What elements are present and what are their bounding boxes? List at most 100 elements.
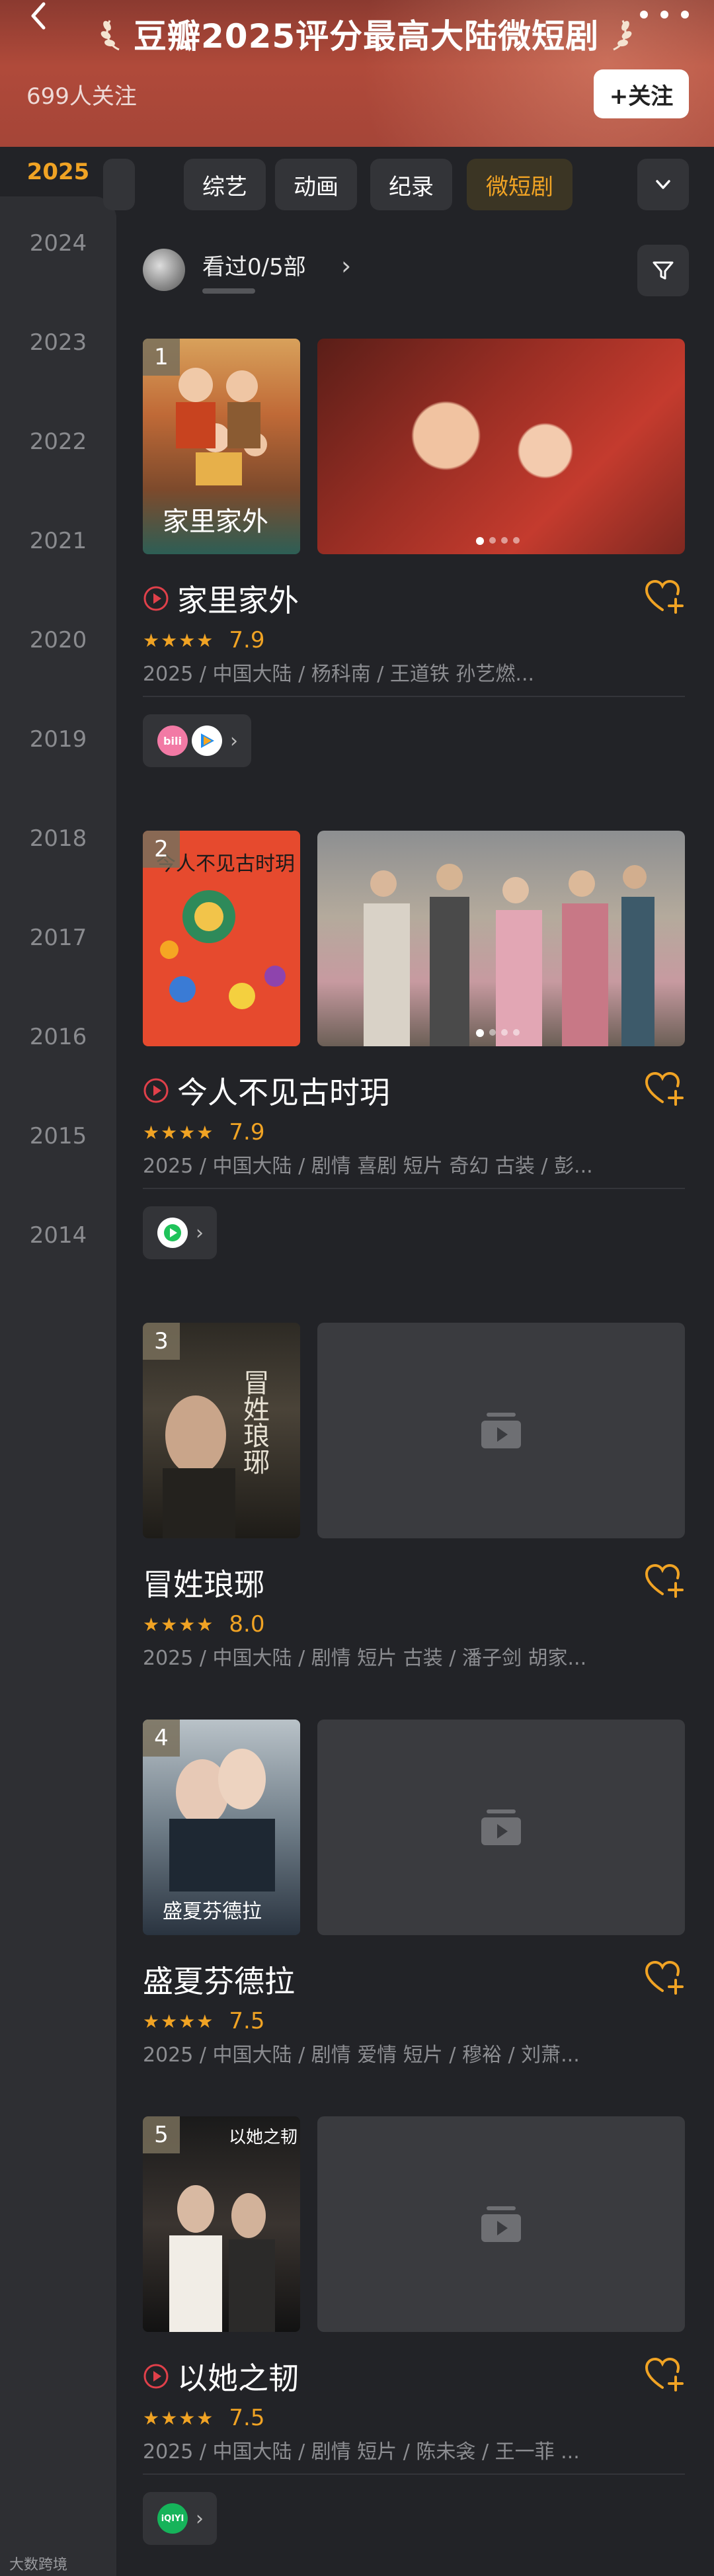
title-row: 今人不见古时玥	[143, 1069, 390, 1112]
avatar[interactable]	[143, 249, 185, 291]
rating-row: ★★★★ 7.9	[143, 627, 264, 653]
poster-title-text: 盛夏芬德拉	[163, 1900, 262, 1923]
follow-button[interactable]: +关注	[594, 69, 689, 118]
item-meta: 2025 / 中国大陆 / 杨科南 / 王道铁 孙艺燃...	[143, 663, 535, 686]
platform-button[interactable]: ›	[143, 1206, 217, 1259]
item-title[interactable]: 以她之韧	[177, 2354, 299, 2398]
filter-icon	[653, 261, 674, 280]
tab-animation[interactable]: 动画	[275, 159, 357, 210]
platform-button[interactable]: iQIYI ›	[143, 2492, 217, 2545]
item-meta: 2025 / 中国大陆 / 剧情 短片 古装 / 潘子剑 胡家...	[143, 1647, 587, 1670]
bilibili-icon: bili	[157, 726, 188, 756]
tab-variety[interactable]: 综艺	[184, 159, 266, 210]
poster-image[interactable]: 今人不见古时玥 2	[143, 831, 300, 1046]
item-title[interactable]: 家里家外	[177, 577, 299, 620]
tab-partial[interactable]	[103, 159, 135, 210]
chevron-right-icon: ›	[196, 1221, 204, 1245]
list-item[interactable]: 盛夏芬德拉 4 盛夏芬德拉 ★★★★ 7.5 2025 / 中国大陆 / 剧情 …	[143, 1720, 692, 2090]
favorite-add-icon[interactable]	[644, 578, 685, 616]
chevron-down-icon	[656, 180, 670, 189]
laurel-left-icon	[100, 20, 120, 51]
still-placeholder	[317, 1323, 685, 1538]
year-item-2016[interactable]: 2016	[0, 1011, 116, 1063]
year-item-2023[interactable]: 2023	[0, 316, 116, 369]
list-item[interactable]: 家里家外 1 家里家外 ★★★★ 7.9 2025 / 中国大陆 / 杨科南 /…	[143, 339, 692, 775]
rating-row: ★★★★ 7.9	[143, 1119, 264, 1145]
back-arrow-icon	[31, 2, 46, 30]
rating-row: ★★★★ 7.5	[143, 2405, 264, 2431]
carousel-dots	[476, 537, 520, 545]
list-item[interactable]: 以她之韧 5 以她之韧 ★★★★ 7.5 2025 / 中国大陆 / 剧情 短片…	[143, 2116, 692, 2553]
play-icon[interactable]	[143, 585, 169, 612]
platform-button[interactable]: bili ›	[143, 714, 251, 767]
still-image[interactable]	[317, 831, 685, 1046]
play-icon[interactable]	[143, 1077, 169, 1104]
favorite-add-icon[interactable]	[644, 1959, 685, 1997]
year-item-2020[interactable]: 2020	[0, 614, 116, 667]
star-rating: ★★★★	[143, 2010, 215, 2032]
poster-title-text: 冒姓琅琊	[239, 1369, 269, 1475]
year-item-2014[interactable]: 2014	[0, 1209, 116, 1262]
rating-score: 7.5	[229, 2405, 265, 2431]
year-item-2015[interactable]: 2015	[0, 1110, 116, 1163]
rating-row: ★★★★ 7.5	[143, 2008, 264, 2034]
rank-badge: 1	[143, 339, 180, 376]
back-button[interactable]	[19, 0, 58, 40]
poster-title-text: 以她之韧	[229, 2128, 298, 2147]
list-item[interactable]: 今人不见古时玥 2 今人不见古时玥 ★★★★ 7.9 2025 / 中国大陆 /…	[143, 831, 692, 1267]
divider	[143, 1188, 685, 1189]
year-item-2021[interactable]: 2021	[0, 515, 116, 567]
item-title[interactable]: 盛夏芬德拉	[143, 1958, 295, 2001]
star-rating: ★★★★	[143, 1613, 215, 1636]
item-title[interactable]: 冒姓琅琊	[143, 1561, 264, 1604]
star-rating: ★★★★	[143, 1121, 215, 1143]
page-title: 豆瓣2025评分最高大陆微短剧	[134, 17, 600, 56]
iqiyi-icon	[157, 1218, 188, 1248]
rating-score: 8.0	[229, 1611, 265, 1638]
year-item-2025[interactable]: 2025	[0, 147, 116, 220]
chevron-right-icon[interactable]: ›	[341, 251, 351, 280]
divider	[143, 2473, 685, 2475]
tab-documentary[interactable]: 纪录	[370, 159, 452, 210]
poster-image[interactable]: 冒姓琅琊 3	[143, 1323, 300, 1538]
title-wrap: 豆瓣2025评分最高大陆微短剧	[99, 9, 633, 58]
tab-micro-drama[interactable]: 微短剧	[467, 159, 573, 210]
poster-image[interactable]: 以她之韧 5	[143, 2116, 300, 2332]
year-sidebar: 2025 2024 2023 2022 2021 2020 2019 2018 …	[0, 147, 116, 2576]
watched-count[interactable]: 看过0/5部	[202, 249, 306, 281]
year-item-2019[interactable]: 2019	[0, 713, 116, 766]
year-item-2022[interactable]: 2022	[0, 415, 116, 468]
rating-score: 7.9	[229, 1119, 265, 1145]
poster-title-text: 家里家外	[163, 507, 268, 537]
rating-score: 7.9	[229, 627, 265, 653]
favorite-add-icon[interactable]	[644, 1562, 685, 1600]
video-placeholder-icon	[481, 2206, 521, 2242]
poster-image[interactable]: 盛夏芬德拉 4	[143, 1720, 300, 1935]
main-content: 综艺 动画 纪录 微短剧 看过0/5部 › 家里家外 1 家里家外 ★★★★ 7…	[103, 147, 714, 2576]
poster-image[interactable]: 家里家外 1	[143, 339, 300, 554]
year-item-2018[interactable]: 2018	[0, 812, 116, 865]
iqiyi-green-icon: iQIYI	[157, 2503, 188, 2534]
more-dot-icon	[681, 11, 689, 19]
filter-button[interactable]	[637, 245, 689, 296]
year-item-2017[interactable]: 2017	[0, 911, 116, 964]
favorite-add-icon[interactable]	[644, 1070, 685, 1108]
rating-row: ★★★★ 8.0	[143, 1611, 264, 1638]
rank-badge: 4	[143, 1720, 180, 1757]
list-item[interactable]: 冒姓琅琊 3 冒姓琅琊 ★★★★ 8.0 2025 / 中国大陆 / 剧情 短片…	[143, 1323, 692, 1693]
still-image[interactable]	[317, 339, 685, 554]
tabs-expand-button[interactable]	[637, 159, 689, 210]
item-title[interactable]: 今人不见古时玥	[177, 1069, 390, 1112]
more-options-button[interactable]	[640, 1, 689, 28]
chevron-right-icon: ›	[196, 2507, 204, 2530]
item-meta: 2025 / 中国大陆 / 剧情 短片 / 陈未衾 / 王一菲 ...	[143, 2440, 580, 2464]
title-row: 冒姓琅琊	[143, 1561, 264, 1604]
page: 豆瓣2025评分最高大陆微短剧 699人关注 +关注 2025 2024 202…	[0, 0, 714, 2576]
rating-score: 7.5	[229, 2008, 265, 2034]
star-rating: ★★★★	[143, 2407, 215, 2429]
favorite-add-icon[interactable]	[644, 2356, 685, 2394]
year-item-2024[interactable]: 2024	[0, 217, 116, 270]
play-icon[interactable]	[143, 2363, 169, 2389]
title-row: 以她之韧	[143, 2354, 299, 2398]
title-row: 家里家外	[143, 577, 299, 620]
